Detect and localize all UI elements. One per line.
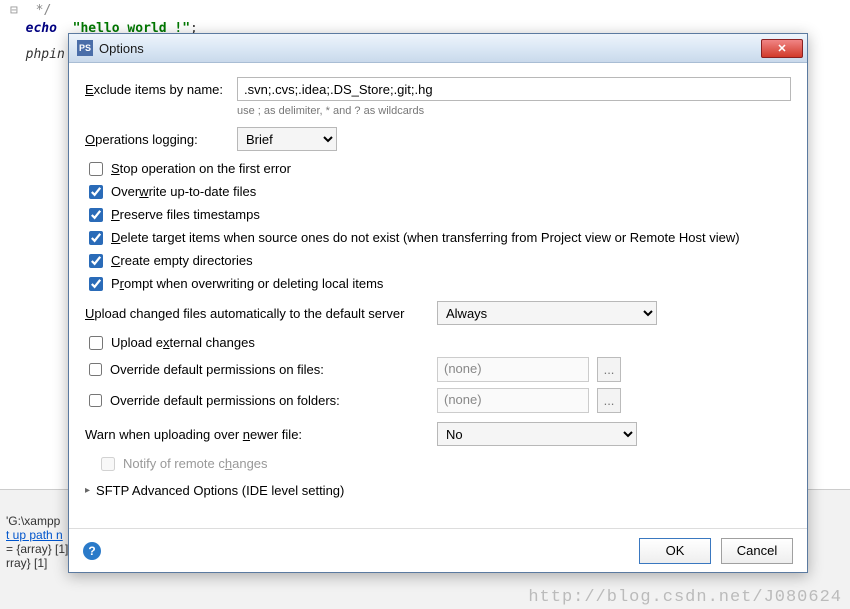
sftp-advanced-label: SFTP Advanced Options (IDE level setting… xyxy=(96,483,344,498)
perm-folders-button[interactable]: ... xyxy=(597,388,621,413)
warn-select[interactable]: No xyxy=(437,422,637,446)
prompt-label: Prompt when overwriting or deleting loca… xyxy=(111,276,383,291)
perm-folders-value: (none) xyxy=(437,388,589,413)
setup-path-link[interactable]: t up path n xyxy=(6,528,63,542)
oplog-select[interactable]: Brief xyxy=(237,127,337,151)
help-icon[interactable]: ? xyxy=(83,542,101,560)
prompt-checkbox[interactable] xyxy=(89,277,103,291)
overwrite-checkbox[interactable] xyxy=(89,185,103,199)
external-checkbox[interactable] xyxy=(89,336,103,350)
perm-files-checkbox[interactable] xyxy=(89,363,102,376)
cancel-button[interactable]: Cancel xyxy=(721,538,793,564)
dialog-content: Exclude items by name: use ; as delimite… xyxy=(69,63,807,528)
notify-label: Notify of remote changes xyxy=(123,456,268,471)
code-keyword-echo: echo xyxy=(26,21,57,36)
external-label: Upload external changes xyxy=(111,335,255,350)
create-checkbox[interactable] xyxy=(89,254,103,268)
chevron-right-icon: ▸ xyxy=(85,485,90,496)
code-fn-phpin: phpin xyxy=(26,47,65,62)
perm-files-button[interactable]: ... xyxy=(597,357,621,382)
ok-button[interactable]: OK xyxy=(639,538,711,564)
dialog-title: Options xyxy=(99,41,755,56)
exclude-hint: use ; as delimiter, * and ? as wildcards xyxy=(237,105,791,117)
preserve-checkbox[interactable] xyxy=(89,208,103,222)
exclude-input[interactable] xyxy=(237,77,791,101)
overwrite-label: Overwrite up-to-date files xyxy=(111,184,256,199)
perm-folders-checkbox[interactable] xyxy=(89,394,102,407)
dialog-footer: ? OK Cancel xyxy=(69,528,807,572)
oplog-label: Operations logging: xyxy=(85,132,237,147)
app-icon: PS xyxy=(77,40,93,56)
warn-label: Warn when uploading over newer file: xyxy=(85,427,437,442)
upload-label: Upload changed files automatically to th… xyxy=(85,306,437,321)
stop-label: Stop operation on the first error xyxy=(111,161,291,176)
create-label: Create empty directories xyxy=(111,253,253,268)
perm-files-label: Override default permissions on files: xyxy=(110,362,324,377)
sftp-advanced-row[interactable]: ▸ SFTP Advanced Options (IDE level setti… xyxy=(85,475,791,498)
preserve-label: Preserve files timestamps xyxy=(111,207,260,222)
code-comment: */ xyxy=(20,3,51,18)
delete-label: Delete target items when source ones do … xyxy=(111,230,740,245)
perm-folders-label: Override default permissions on folders: xyxy=(110,393,340,408)
delete-checkbox[interactable] xyxy=(89,231,103,245)
options-dialog: PS Options ✕ Exclude items by name: use … xyxy=(68,33,808,573)
upload-select[interactable]: Always xyxy=(437,301,657,325)
stop-checkbox[interactable] xyxy=(89,162,103,176)
exclude-label: Exclude items by name: xyxy=(85,82,237,97)
array-var: = {array} xyxy=(6,542,52,556)
titlebar[interactable]: PS Options ✕ xyxy=(69,34,807,63)
perm-files-value: (none) xyxy=(437,357,589,382)
close-icon[interactable]: ✕ xyxy=(761,39,803,58)
notify-checkbox xyxy=(101,457,115,471)
